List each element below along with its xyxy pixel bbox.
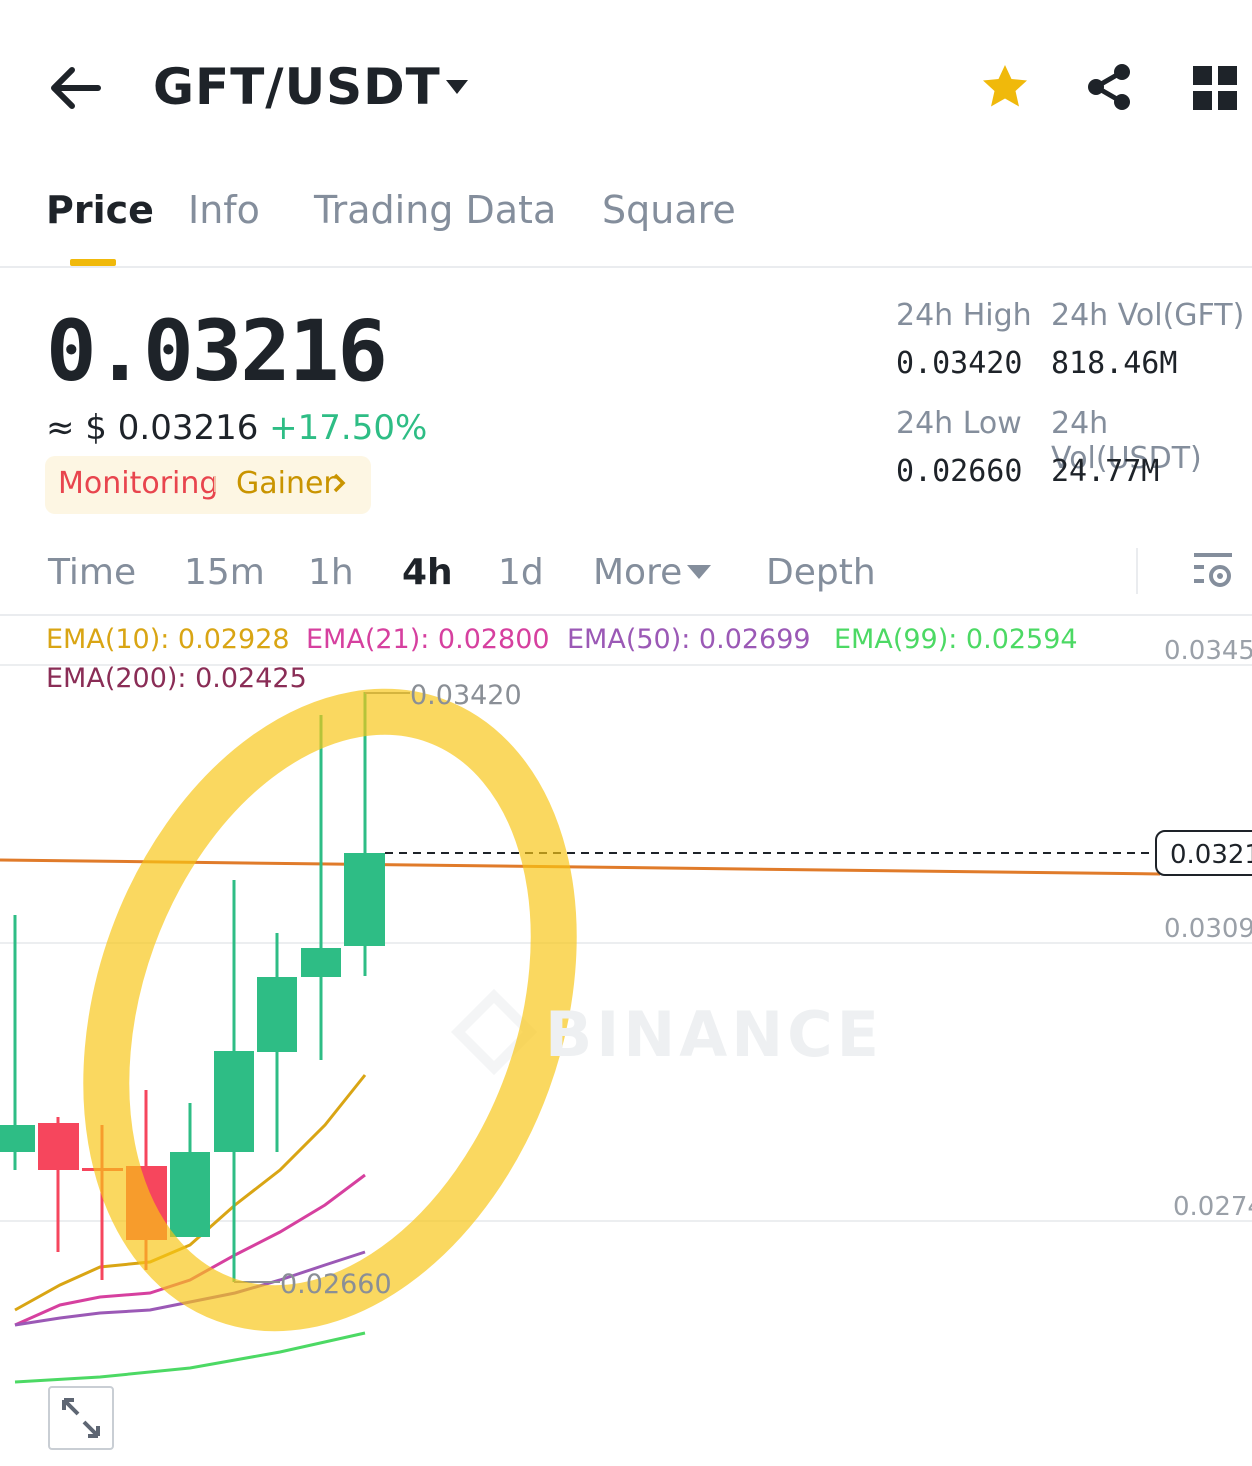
pair-title[interactable]: GFT/USDT <box>153 58 441 116</box>
axis-label-top: 0.0345 <box>1164 636 1252 666</box>
interval-1d[interactable]: 1d <box>498 552 544 593</box>
stat-vol-base-value: 818.46M <box>1051 346 1178 381</box>
expand-icon <box>62 1398 100 1438</box>
interval-4h[interactable]: 4h <box>402 552 453 593</box>
tab-price[interactable]: Price <box>46 188 154 232</box>
interval-15m[interactable]: 15m <box>184 552 265 593</box>
watermark-text: BINANCE <box>545 998 883 1071</box>
candle-body <box>344 853 385 946</box>
interval-more[interactable]: More <box>593 552 682 593</box>
tab-info[interactable]: Info <box>188 188 260 232</box>
tab-square[interactable]: Square <box>602 188 736 232</box>
star-icon[interactable] <box>980 62 1030 112</box>
candle-body <box>0 1125 35 1152</box>
chevron-right-icon[interactable] <box>332 472 346 494</box>
axis-label-mid: 0.0309 <box>1164 914 1252 944</box>
usd-prefix: ≈ $ <box>46 408 107 448</box>
chart-settings-icon[interactable] <box>1192 551 1234 591</box>
interval-depth[interactable]: Depth <box>766 552 876 593</box>
grid-icon[interactable] <box>1193 66 1237 110</box>
candle-body <box>170 1152 210 1237</box>
ema99-line <box>14 1331 366 1384</box>
tabs-divider <box>0 266 1252 268</box>
tag-gainer[interactable]: Gainer <box>236 466 336 501</box>
interval-divider <box>1136 548 1138 594</box>
caret-down-icon[interactable] <box>686 564 712 580</box>
candle-body <box>38 1123 79 1170</box>
candle-body <box>257 977 297 1052</box>
usd-price: 0.03216 <box>117 408 259 448</box>
caret-down-icon[interactable] <box>444 78 470 96</box>
stat-vol-quote-value: 24.77M <box>1051 454 1160 489</box>
stat-low-label: 24h Low <box>896 406 1022 441</box>
low-marker-label: 0.02660 <box>280 1269 392 1300</box>
candle-body <box>301 948 341 977</box>
back-arrow-icon[interactable] <box>50 66 102 110</box>
share-icon[interactable] <box>1084 62 1134 112</box>
interval-1h[interactable]: 1h <box>308 552 354 593</box>
stat-low-value: 0.02660 <box>896 454 1023 489</box>
stat-high-label: 24h High <box>896 298 1032 333</box>
active-tab-indicator <box>70 259 116 266</box>
last-price: 0.03216 <box>46 302 388 400</box>
stat-high-value: 0.03420 <box>896 346 1023 381</box>
high-marker-label: 0.03420 <box>410 680 522 711</box>
expand-chart-button[interactable] <box>48 1386 114 1450</box>
interval-time[interactable]: Time <box>48 552 136 593</box>
price-change: +17.50% <box>269 408 428 448</box>
candle-body <box>214 1051 254 1152</box>
current-price-label: 0.0321 <box>1170 840 1252 870</box>
tab-trading-data[interactable]: Trading Data <box>314 188 556 232</box>
usd-price-line: ≈ $ 0.03216 +17.50% <box>46 408 427 448</box>
axis-label-low: 0.0274 <box>1173 1192 1252 1222</box>
tag-separator <box>214 476 216 492</box>
candles <box>0 692 385 1282</box>
stat-vol-base-label: 24h Vol(GFT) <box>1051 298 1245 333</box>
tag-monitoring[interactable]: Monitoring <box>58 466 218 501</box>
